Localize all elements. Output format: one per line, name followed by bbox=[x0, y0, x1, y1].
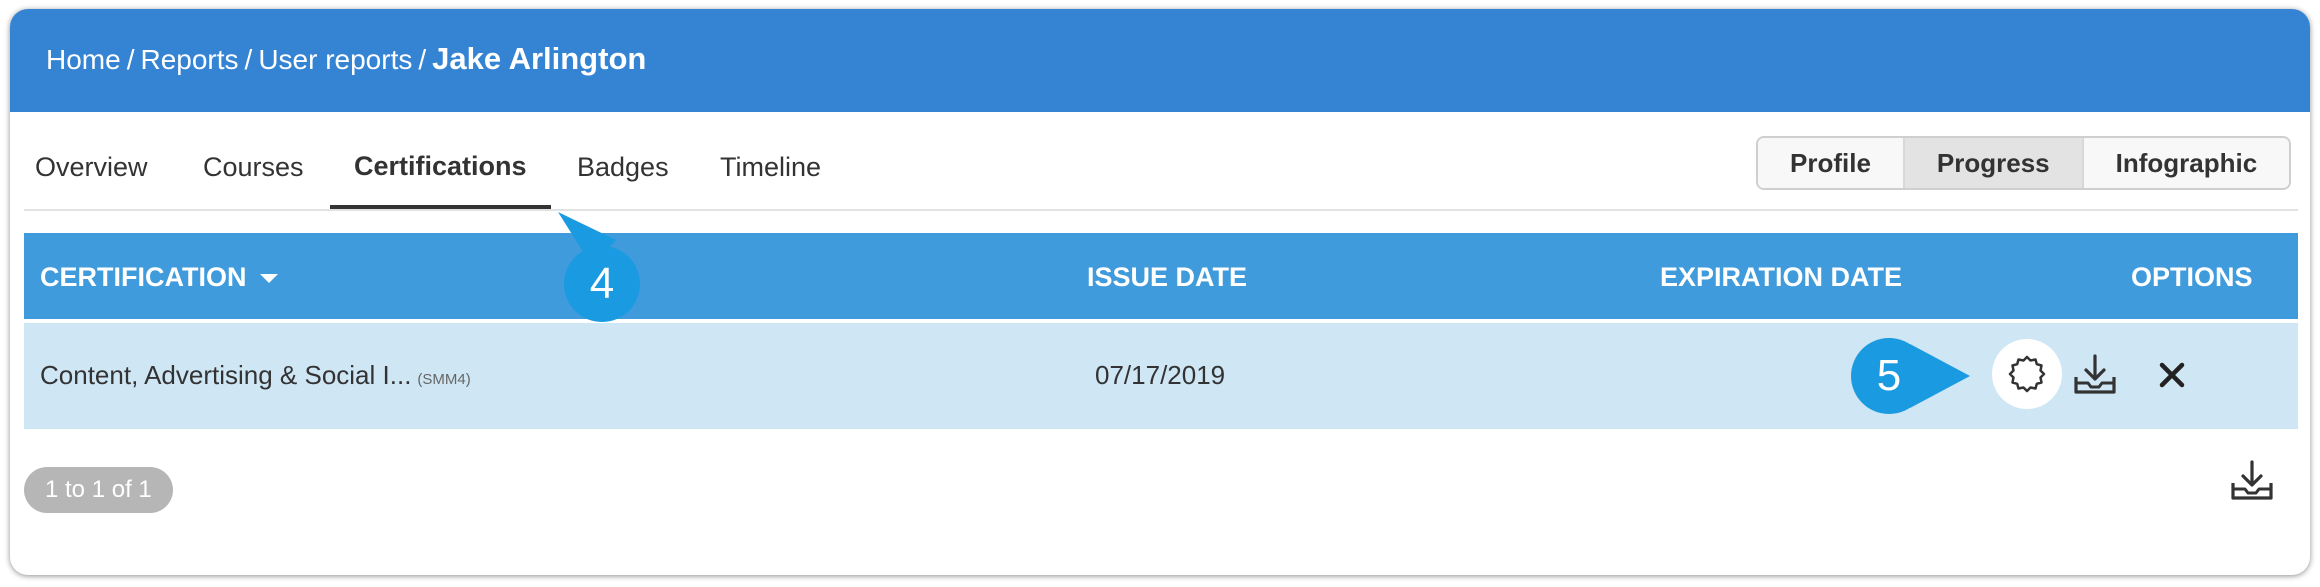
certificate-badge-icon bbox=[2008, 355, 2046, 393]
download-tray-icon bbox=[2231, 460, 2273, 500]
breadcrumb-separator: / bbox=[126, 44, 135, 75]
tab-badges[interactable]: Badges bbox=[577, 152, 669, 183]
view-certificate-button[interactable] bbox=[1992, 339, 2062, 409]
download-tray-icon bbox=[2074, 354, 2116, 394]
column-certification[interactable]: CERTIFICATION bbox=[40, 262, 279, 293]
view-infographic-button[interactable]: Infographic bbox=[2081, 138, 2290, 188]
breadcrumb-current: Jake Arlington bbox=[432, 41, 647, 76]
remove-certificate-button[interactable] bbox=[2158, 361, 2186, 389]
pagination-status: 1 to 1 of 1 bbox=[24, 467, 173, 513]
tab-overview[interactable]: Overview bbox=[35, 152, 148, 183]
breadcrumb-reports[interactable]: Reports bbox=[140, 44, 238, 75]
view-profile-button[interactable]: Profile bbox=[1758, 138, 1903, 188]
tab-courses[interactable]: Courses bbox=[203, 152, 304, 183]
tabs-divider bbox=[24, 209, 2298, 211]
sort-caret-icon bbox=[260, 274, 279, 284]
export-download-button[interactable] bbox=[2229, 459, 2275, 503]
column-expiration-date[interactable]: EXPIRATION DATE bbox=[1660, 262, 1902, 293]
tab-timeline[interactable]: Timeline bbox=[720, 152, 821, 183]
breadcrumb-separator: / bbox=[244, 44, 253, 75]
certification-name: Content, Advertising & Social I... bbox=[40, 360, 412, 390]
breadcrumb-separator: / bbox=[418, 44, 427, 75]
column-certification-label: CERTIFICATION bbox=[40, 262, 247, 292]
issue-date-cell: 07/17/2019 bbox=[1095, 360, 1226, 390]
certification-name-cell[interactable]: Content, Advertising & Social I... (SMM4) bbox=[40, 360, 471, 391]
breadcrumb-user-reports[interactable]: User reports bbox=[258, 44, 412, 75]
close-icon bbox=[2159, 362, 2185, 388]
callout-4: 4 bbox=[564, 246, 640, 322]
breadcrumb-home[interactable]: Home bbox=[46, 44, 121, 75]
download-certificate-button[interactable] bbox=[2072, 353, 2118, 397]
page-header: Home / Reports / User reports / Jake Arlington bbox=[10, 9, 2310, 112]
column-options: OPTIONS bbox=[2131, 262, 2253, 292]
view-toggle: Profile Progress Infographic bbox=[1756, 136, 2292, 190]
table-header: CERTIFICATION ISSUE DATE EXPIRATION DATE… bbox=[24, 233, 2298, 319]
certification-code: (SMM4) bbox=[417, 371, 471, 388]
view-progress-button[interactable]: Progress bbox=[1902, 138, 2082, 188]
breadcrumb: Home / Reports / User reports / Jake Arlington bbox=[46, 41, 646, 77]
column-issue-date[interactable]: ISSUE DATE bbox=[1087, 262, 1247, 293]
callout-5: 5 bbox=[1851, 338, 1927, 414]
tab-certifications[interactable]: Certifications bbox=[354, 151, 527, 182]
